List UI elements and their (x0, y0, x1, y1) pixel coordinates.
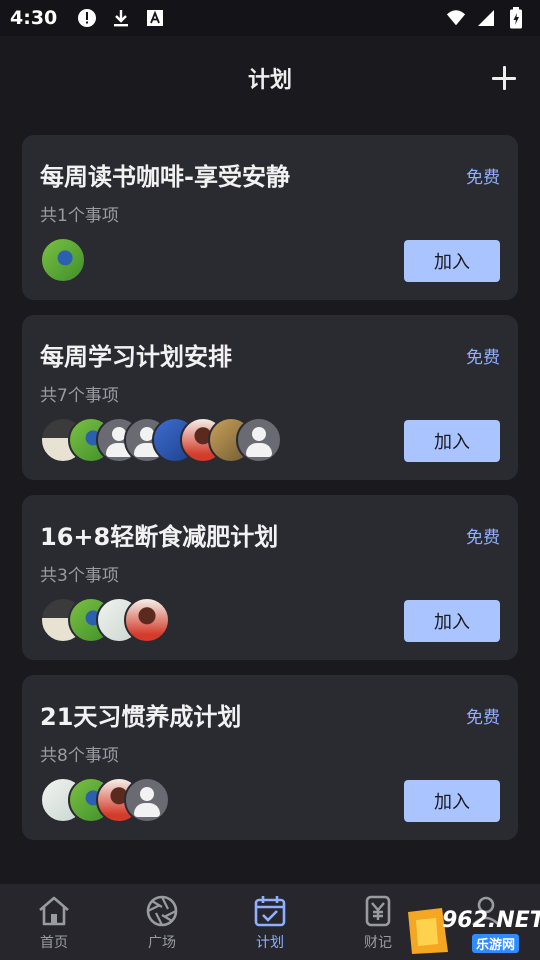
font-icon (145, 8, 165, 28)
plan-item-count: 共3个事项 (40, 566, 119, 586)
member-avatars (40, 237, 86, 283)
nav-label: 首页 (40, 935, 68, 951)
plan-card[interactable]: 每周读书咖啡-享受安静 免费共1个事项加入 (22, 135, 518, 300)
avatar (236, 417, 282, 463)
add-plan-button[interactable] (490, 64, 518, 92)
plan-title: 21天习惯养成计划 (40, 703, 242, 731)
plan-price: 免费 (466, 528, 500, 548)
plan-price: 免费 (466, 708, 500, 728)
alert-icon (77, 8, 97, 28)
plan-item-count: 共7个事项 (40, 386, 119, 406)
watermark-subtext: 乐游网 (472, 934, 520, 953)
member-avatars (40, 597, 170, 643)
notification-icons (77, 8, 165, 28)
plan-item-count: 共8个事项 (40, 746, 119, 766)
signal-icon (476, 8, 496, 28)
nav-item-1[interactable]: 广场 (108, 884, 216, 960)
home-icon (35, 892, 73, 930)
status-time: 4:30 (10, 7, 58, 29)
calendar-check-icon (251, 892, 289, 930)
site-watermark: 962.NET 乐游网 (402, 906, 540, 956)
plan-item-count: 共1个事项 (40, 206, 119, 226)
nav-label: 广场 (148, 935, 176, 951)
battery-icon (506, 7, 526, 29)
aperture-icon (143, 892, 181, 930)
join-button[interactable]: 加入 (404, 780, 500, 822)
plan-price: 免费 (466, 348, 500, 368)
plan-card[interactable]: 16+8轻断食减肥计划 免费共3个事项加入 (22, 495, 518, 660)
page-header: 计划 (0, 36, 540, 120)
nav-label: 计划 (256, 935, 284, 951)
page-title: 计划 (247, 68, 292, 93)
plan-title: 每周学习计划安排 (40, 343, 232, 371)
nav-item-0[interactable]: 首页 (0, 884, 108, 960)
nav-item-2[interactable]: 计划 (216, 884, 324, 960)
yen-icon (359, 892, 397, 930)
plan-card[interactable]: 21天习惯养成计划 免费共8个事项加入 (22, 675, 518, 840)
plan-list: 每周读书咖啡-享受安静 免费 共1个事项 加入 每周学习计划安排 免费 共7个事项 加入 16+… (22, 135, 518, 855)
join-button[interactable]: 加入 (404, 240, 500, 282)
download-icon (111, 8, 131, 28)
plan-price: 免费 (466, 168, 500, 188)
plan-card[interactable]: 每周学习计划安排 免费共7个事项加入 (22, 315, 518, 480)
member-avatars (40, 777, 170, 823)
join-button[interactable]: 加入 (404, 420, 500, 462)
wifi-icon (446, 8, 466, 28)
join-button[interactable]: 加入 (404, 600, 500, 642)
watermark-text: 962.NET (442, 908, 540, 933)
member-avatars (40, 417, 282, 463)
system-icons (446, 7, 526, 29)
plan-title: 每周读书咖啡-享受安静 (40, 163, 290, 191)
avatar (40, 237, 86, 283)
plan-title: 16+8轻断食减肥计划 (40, 523, 279, 551)
status-bar: 4:30 (0, 0, 540, 36)
nav-label: 财记 (364, 935, 392, 951)
avatar (124, 597, 170, 643)
avatar (124, 777, 170, 823)
